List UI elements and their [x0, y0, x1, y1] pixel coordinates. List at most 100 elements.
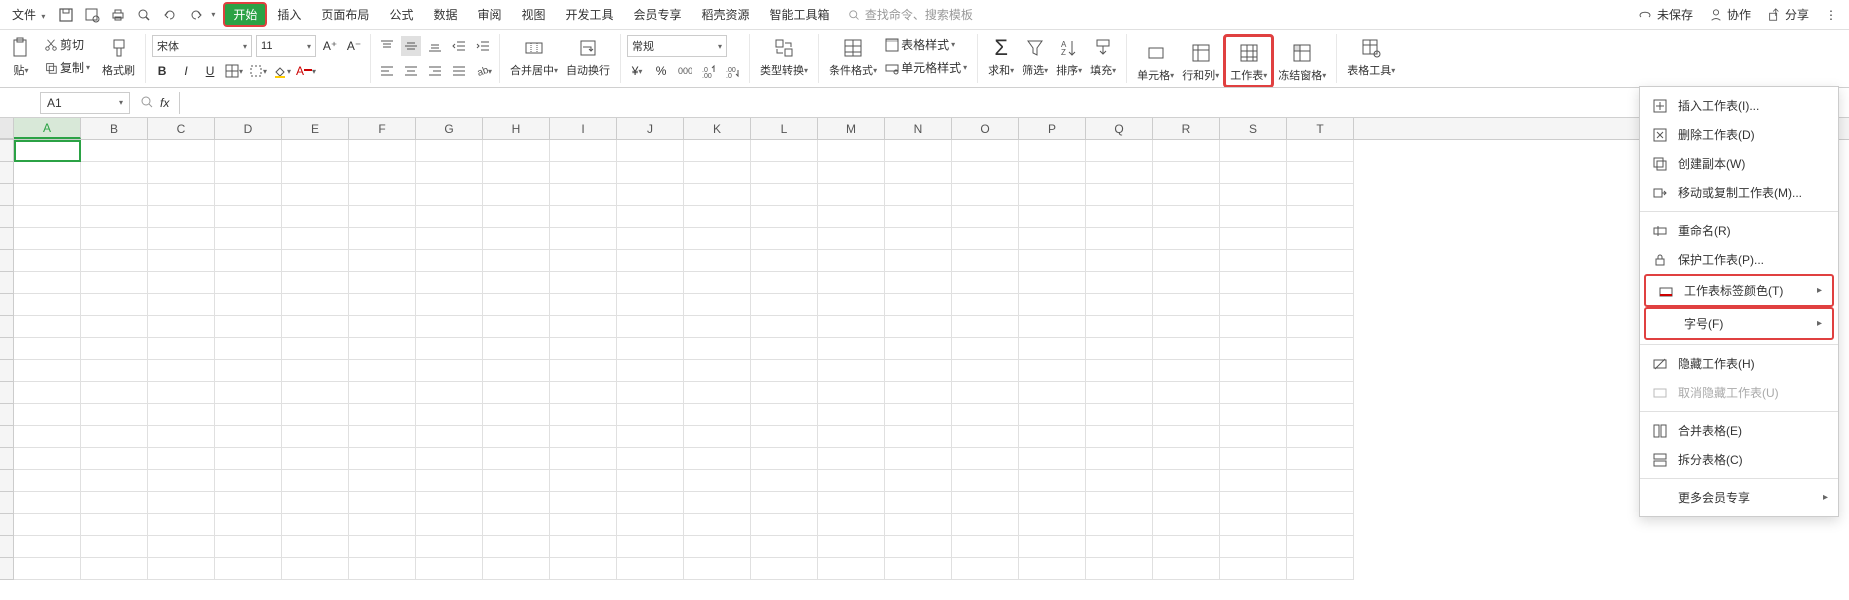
cell[interactable]	[885, 536, 952, 558]
cell[interactable]	[684, 228, 751, 250]
cell[interactable]	[1086, 228, 1153, 250]
cell[interactable]	[215, 250, 282, 272]
cell[interactable]	[282, 162, 349, 184]
cell[interactable]	[349, 316, 416, 338]
cell[interactable]	[751, 162, 818, 184]
cell[interactable]	[1220, 360, 1287, 382]
row-header[interactable]	[0, 250, 14, 272]
col-header-n[interactable]: N	[885, 118, 952, 139]
cell[interactable]	[1287, 228, 1354, 250]
cell[interactable]	[550, 470, 617, 492]
cell[interactable]	[1153, 514, 1220, 536]
cell[interactable]	[1220, 228, 1287, 250]
tab-home[interactable]: 开始	[223, 2, 267, 27]
worksheet-button[interactable]: 工作表▾	[1223, 34, 1274, 88]
cell[interactable]	[282, 536, 349, 558]
cell[interactable]	[14, 184, 81, 206]
cell[interactable]	[282, 382, 349, 404]
cell[interactable]	[14, 426, 81, 448]
increase-decimal-button[interactable]: .0.00	[699, 61, 719, 81]
decrease-font-icon[interactable]: A⁻	[344, 36, 364, 56]
cell[interactable]	[81, 338, 148, 360]
cell[interactable]	[148, 140, 215, 162]
cell[interactable]	[885, 294, 952, 316]
cell[interactable]	[483, 140, 550, 162]
cell[interactable]	[282, 426, 349, 448]
cell[interactable]	[483, 536, 550, 558]
cell[interactable]	[617, 448, 684, 470]
cell[interactable]	[1220, 448, 1287, 470]
cell[interactable]	[416, 140, 483, 162]
cell[interactable]	[1220, 514, 1287, 536]
cell[interactable]	[1153, 140, 1220, 162]
row-header[interactable]	[0, 514, 14, 536]
cell[interactable]	[483, 316, 550, 338]
cell[interactable]	[148, 448, 215, 470]
cell[interactable]	[952, 272, 1019, 294]
cell[interactable]	[148, 250, 215, 272]
cell[interactable]	[1153, 404, 1220, 426]
cell[interactable]	[416, 206, 483, 228]
row-header[interactable]	[0, 360, 14, 382]
cell[interactable]	[483, 492, 550, 514]
table-tools-button[interactable]: 表格工具▾	[1343, 34, 1399, 78]
cell[interactable]	[684, 140, 751, 162]
cell[interactable]	[215, 470, 282, 492]
cell[interactable]	[952, 382, 1019, 404]
cell[interactable]	[81, 184, 148, 206]
cell[interactable]	[215, 492, 282, 514]
cell[interactable]	[148, 558, 215, 580]
cell[interactable]	[483, 470, 550, 492]
cell[interactable]	[14, 492, 81, 514]
cell[interactable]	[684, 558, 751, 580]
font-color-button[interactable]: A▾	[296, 61, 316, 81]
cell[interactable]	[215, 206, 282, 228]
unsaved-status[interactable]: 未保存	[1629, 6, 1701, 23]
cell[interactable]	[349, 448, 416, 470]
cell[interactable]	[818, 360, 885, 382]
cell[interactable]	[1019, 382, 1086, 404]
cell[interactable]	[1019, 360, 1086, 382]
cell[interactable]	[617, 404, 684, 426]
cell[interactable]	[952, 492, 1019, 514]
cell[interactable]	[215, 448, 282, 470]
col-header-l[interactable]: L	[751, 118, 818, 139]
cell[interactable]	[1220, 558, 1287, 580]
cell[interactable]	[148, 514, 215, 536]
cell[interactable]	[282, 316, 349, 338]
cell[interactable]	[14, 360, 81, 382]
cell[interactable]	[483, 338, 550, 360]
cell[interactable]	[550, 228, 617, 250]
menu-delete-sheet[interactable]: 删除工作表(D)	[1640, 120, 1838, 149]
cell[interactable]	[1086, 448, 1153, 470]
tab-developer[interactable]: 开发工具	[556, 2, 624, 27]
cell[interactable]	[751, 184, 818, 206]
cells-button[interactable]: 单元格▾	[1133, 34, 1178, 88]
cell[interactable]	[1086, 294, 1153, 316]
cell[interactable]	[751, 140, 818, 162]
col-header-f[interactable]: F	[349, 118, 416, 139]
menu-tab-color[interactable]: 工作表标签颜色(T) ▸	[1644, 274, 1834, 307]
cell[interactable]	[483, 272, 550, 294]
print-icon[interactable]	[106, 3, 130, 27]
cell[interactable]	[1019, 250, 1086, 272]
cell[interactable]	[14, 338, 81, 360]
col-header-o[interactable]: O	[952, 118, 1019, 139]
cell[interactable]	[1086, 140, 1153, 162]
cell[interactable]	[349, 558, 416, 580]
cell[interactable]	[1086, 492, 1153, 514]
cell[interactable]	[751, 250, 818, 272]
cell[interactable]	[483, 404, 550, 426]
cell[interactable]	[1220, 140, 1287, 162]
cell[interactable]	[483, 448, 550, 470]
tab-docer[interactable]: 稻壳资源	[692, 2, 760, 27]
cell[interactable]	[215, 316, 282, 338]
qat-dropdown-icon[interactable]: ▾	[211, 10, 215, 19]
cell[interactable]	[416, 492, 483, 514]
cell[interactable]	[349, 470, 416, 492]
sort-button[interactable]: AZ 排序▾	[1052, 34, 1086, 78]
cell[interactable]	[81, 360, 148, 382]
cell[interactable]	[215, 426, 282, 448]
cell[interactable]	[81, 448, 148, 470]
save-icon[interactable]	[54, 3, 78, 27]
